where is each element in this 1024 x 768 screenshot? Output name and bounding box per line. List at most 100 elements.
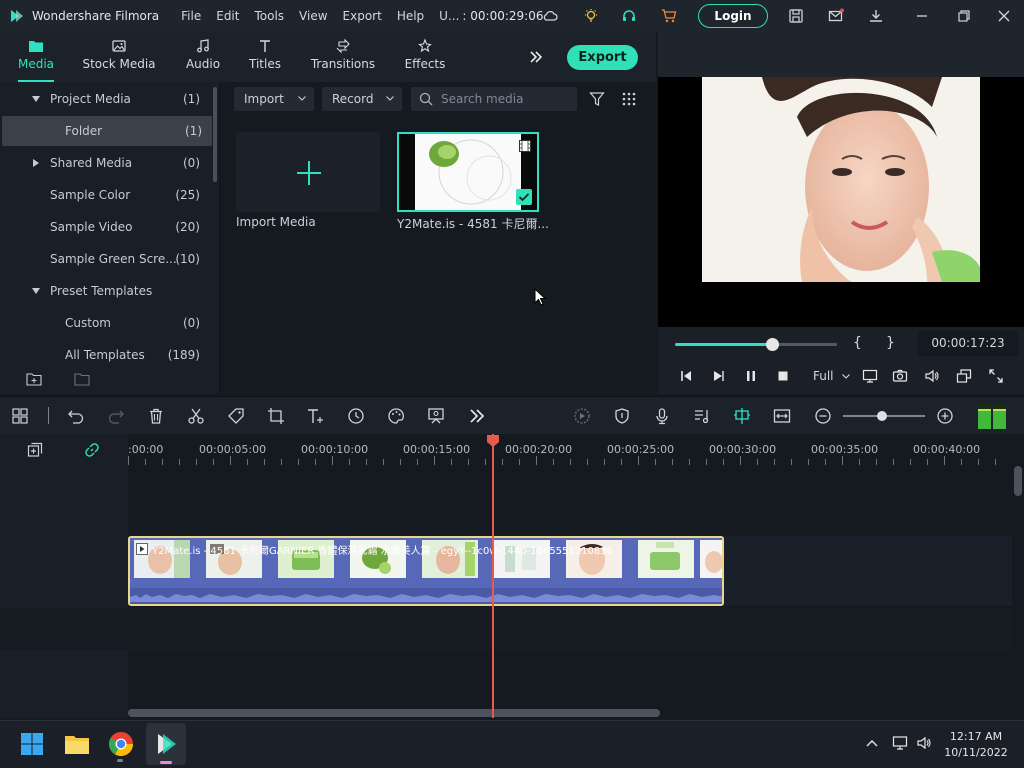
- add-text-icon[interactable]: [306, 407, 324, 425]
- download-icon[interactable]: [868, 8, 884, 24]
- sidebar-item-all-templates[interactable]: All Templates (189): [0, 340, 212, 370]
- timeline-vertical-scrollbar[interactable]: [1014, 466, 1022, 496]
- menu-project-name[interactable]: U...: [439, 9, 459, 23]
- audio-mixer-icon[interactable]: [693, 407, 711, 425]
- search-input[interactable]: Search media: [411, 87, 577, 111]
- sidebar-item-folder[interactable]: Folder (1): [2, 116, 212, 146]
- windows-start-icon[interactable]: [18, 730, 46, 758]
- tab-audio[interactable]: Audio: [183, 32, 223, 82]
- play-icon[interactable]: [710, 368, 726, 384]
- audio-meter-icon[interactable]: [978, 403, 1006, 429]
- expand-triangle-icon[interactable]: [32, 96, 40, 102]
- new-folder-icon[interactable]: [26, 372, 42, 386]
- zoom-slider-handle[interactable]: [877, 411, 888, 421]
- sidebar-item-preset-templates[interactable]: Preset Templates: [0, 276, 212, 306]
- login-button[interactable]: Login: [698, 4, 768, 28]
- sidebar-item-project-media[interactable]: Project Media (1): [0, 84, 212, 114]
- media-clip-thumbnail[interactable]: [397, 132, 539, 212]
- seek-handle[interactable]: [766, 338, 780, 351]
- render-preview-icon[interactable]: [573, 407, 591, 425]
- layout-grid-icon[interactable]: [11, 407, 29, 425]
- file-explorer-icon[interactable]: [63, 730, 91, 758]
- cut-scissors-icon[interactable]: [187, 407, 205, 425]
- import-media-tile[interactable]: [236, 132, 380, 212]
- sidebar-item-custom[interactable]: Custom (0): [0, 308, 212, 338]
- sidebar-item-sample-video[interactable]: Sample Video (20): [0, 212, 212, 242]
- close-icon[interactable]: [996, 8, 1012, 24]
- tab-effects[interactable]: Effects: [402, 32, 448, 82]
- playhead-line[interactable]: [492, 434, 494, 718]
- export-button[interactable]: Export: [567, 45, 638, 70]
- add-track-icon[interactable]: [27, 442, 43, 458]
- network-icon[interactable]: [892, 735, 908, 751]
- fit-timeline-icon[interactable]: [773, 407, 791, 425]
- minimize-icon[interactable]: [914, 8, 930, 24]
- lightbulb-icon[interactable]: [583, 8, 599, 24]
- mark-out-button[interactable]: }: [886, 335, 895, 351]
- tab-stock-media[interactable]: Stock Media: [82, 32, 156, 82]
- redo-icon[interactable]: [107, 407, 125, 425]
- mark-in-button[interactable]: {: [853, 335, 862, 351]
- chrome-icon[interactable]: [107, 730, 135, 758]
- cart-icon[interactable]: [661, 8, 677, 24]
- fullscreen-icon[interactable]: [988, 368, 1004, 384]
- microphone-icon[interactable]: [653, 407, 671, 425]
- folder-icon[interactable]: [74, 372, 90, 386]
- preview-seek-bar[interactable]: [675, 338, 837, 351]
- save-icon[interactable]: [788, 8, 804, 24]
- menu-export[interactable]: Export: [343, 9, 382, 23]
- timeline-horizontal-scrollbar[interactable]: [128, 709, 660, 717]
- mail-icon[interactable]: [828, 8, 844, 24]
- menu-edit[interactable]: Edit: [216, 9, 239, 23]
- stop-icon[interactable]: [775, 368, 791, 384]
- menu-tools[interactable]: Tools: [254, 9, 284, 23]
- undo-icon[interactable]: [67, 407, 85, 425]
- menu-help[interactable]: Help: [397, 9, 424, 23]
- tab-media[interactable]: Media: [14, 32, 58, 82]
- tag-icon[interactable]: [227, 407, 245, 425]
- record-dropdown[interactable]: Record: [322, 87, 402, 111]
- menu-file[interactable]: File: [181, 9, 201, 23]
- tab-transitions[interactable]: Transitions: [310, 32, 376, 82]
- zoom-in-icon[interactable]: [936, 407, 954, 425]
- volume-icon[interactable]: [924, 368, 940, 384]
- menu-view[interactable]: View: [299, 9, 327, 23]
- green-screen-icon[interactable]: [427, 407, 445, 425]
- delete-icon[interactable]: [147, 407, 165, 425]
- restore-icon[interactable]: [956, 8, 972, 24]
- more-tabs-icon[interactable]: [528, 49, 544, 65]
- headset-icon[interactable]: [621, 8, 637, 24]
- playhead-handle-icon[interactable]: [486, 434, 500, 448]
- chevron-up-icon[interactable]: [866, 738, 878, 748]
- snap-magnet-icon[interactable]: [733, 407, 751, 425]
- sidebar-scrollbar[interactable]: [213, 87, 217, 182]
- crop-preview-icon[interactable]: [956, 368, 972, 384]
- zoom-out-icon[interactable]: [814, 407, 832, 425]
- import-dropdown[interactable]: Import: [234, 87, 314, 111]
- pause-icon[interactable]: [743, 368, 759, 384]
- sidebar-item-shared-media[interactable]: Shared Media (0): [0, 148, 212, 178]
- cloud-icon[interactable]: [542, 8, 558, 24]
- step-back-icon[interactable]: [678, 368, 694, 384]
- color-palette-icon[interactable]: [387, 407, 405, 425]
- taskbar-active-app[interactable]: [146, 723, 186, 765]
- volume-icon[interactable]: [916, 735, 932, 751]
- quality-dropdown[interactable]: Full: [813, 369, 851, 383]
- expand-triangle-icon[interactable]: [32, 288, 40, 294]
- collapse-triangle-icon[interactable]: [33, 159, 39, 167]
- grid-view-icon[interactable]: [622, 92, 636, 106]
- timeline-ruler[interactable]: :00:00 00:00:05:00 00:00:10:00 00:00:15:00 0…: [128, 434, 1012, 470]
- sidebar-item-sample-green-screen[interactable]: Sample Green Scre... (10): [0, 244, 212, 274]
- video-clip[interactable]: Y2Mate.is - 4581 卡尼爾GARNIER 香體保濕乳霜 水嫩美人篇…: [128, 536, 724, 606]
- timeline-zoom-slider[interactable]: [843, 411, 925, 421]
- system-clock[interactable]: 12:17 AM 10/11/2022: [936, 729, 1016, 761]
- filter-icon[interactable]: [589, 91, 605, 107]
- display-monitor-icon[interactable]: [862, 368, 878, 384]
- speed-clock-icon[interactable]: [347, 407, 365, 425]
- more-tools-icon[interactable]: [468, 407, 486, 425]
- tab-titles[interactable]: Titles: [246, 32, 284, 82]
- marker-shield-icon[interactable]: [613, 407, 631, 425]
- link-icon[interactable]: [84, 442, 100, 458]
- sidebar-item-sample-color[interactable]: Sample Color (25): [0, 180, 212, 210]
- snapshot-camera-icon[interactable]: [892, 368, 908, 384]
